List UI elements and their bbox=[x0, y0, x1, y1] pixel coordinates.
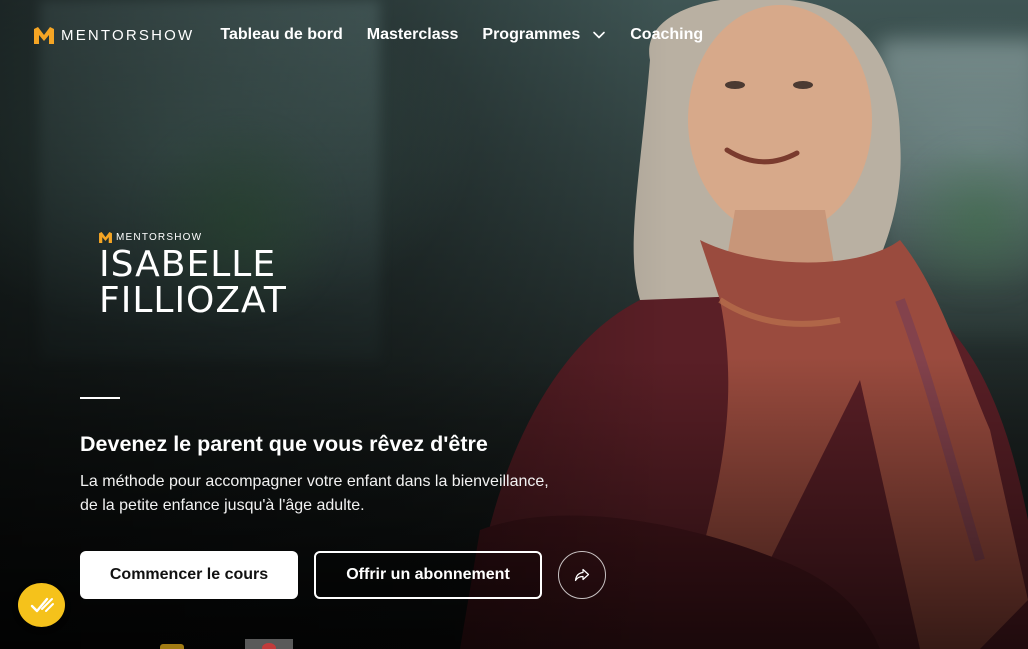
nav-item-label: Coaching bbox=[630, 26, 704, 43]
course-brand-small: MENTORSHOW bbox=[99, 232, 287, 243]
mentorshow-logo-icon bbox=[34, 26, 54, 44]
course-headline: Devenez le parent que vous rêvez d'être bbox=[80, 432, 488, 456]
nav-item-label: Programmes bbox=[482, 26, 581, 43]
course-description-line-2: de la petite enfance jusqu'à l'âge adult… bbox=[80, 497, 365, 514]
course-brand-text: MENTORSHOW bbox=[116, 232, 203, 243]
checklist-widget-button[interactable] bbox=[18, 583, 65, 627]
start-course-button[interactable]: Commencer le cours bbox=[80, 551, 298, 599]
nav-item-programmes[interactable]: Programmes bbox=[482, 26, 606, 44]
share-button[interactable] bbox=[558, 551, 606, 599]
below-fold-card bbox=[160, 644, 184, 649]
chevron-down-icon bbox=[593, 31, 606, 39]
logo-text: MENTORSHOW bbox=[61, 26, 195, 44]
logo[interactable]: MENTORSHOW bbox=[34, 26, 195, 44]
checklist-icon bbox=[30, 597, 54, 613]
nav-item-label: Tableau de bord bbox=[220, 26, 343, 43]
course-title-logo: MENTORSHOW ISABELLE FILLIOZAT bbox=[99, 232, 287, 319]
nav-item-label: Masterclass bbox=[366, 26, 459, 43]
below-fold-thumbnail-icon bbox=[262, 643, 276, 649]
nav-item-tableau-de-bord[interactable]: Tableau de bord bbox=[220, 26, 342, 44]
instructor-first-name: ISABELLE bbox=[99, 244, 277, 285]
mentorshow-logo-icon bbox=[99, 232, 112, 243]
nav-item-masterclass[interactable]: Masterclass bbox=[367, 26, 459, 44]
course-description-line-1: La méthode pour accompagner votre enfant… bbox=[80, 473, 549, 490]
nav-item-coaching[interactable]: Coaching bbox=[630, 26, 703, 44]
divider bbox=[80, 397, 120, 399]
share-icon bbox=[574, 568, 590, 582]
instructor-last-name: FILLIOZAT bbox=[99, 280, 287, 321]
gift-subscription-button[interactable]: Offrir un abonnement bbox=[314, 551, 542, 599]
top-navigation: MENTORSHOW Tableau de bord Masterclass P… bbox=[34, 20, 727, 50]
